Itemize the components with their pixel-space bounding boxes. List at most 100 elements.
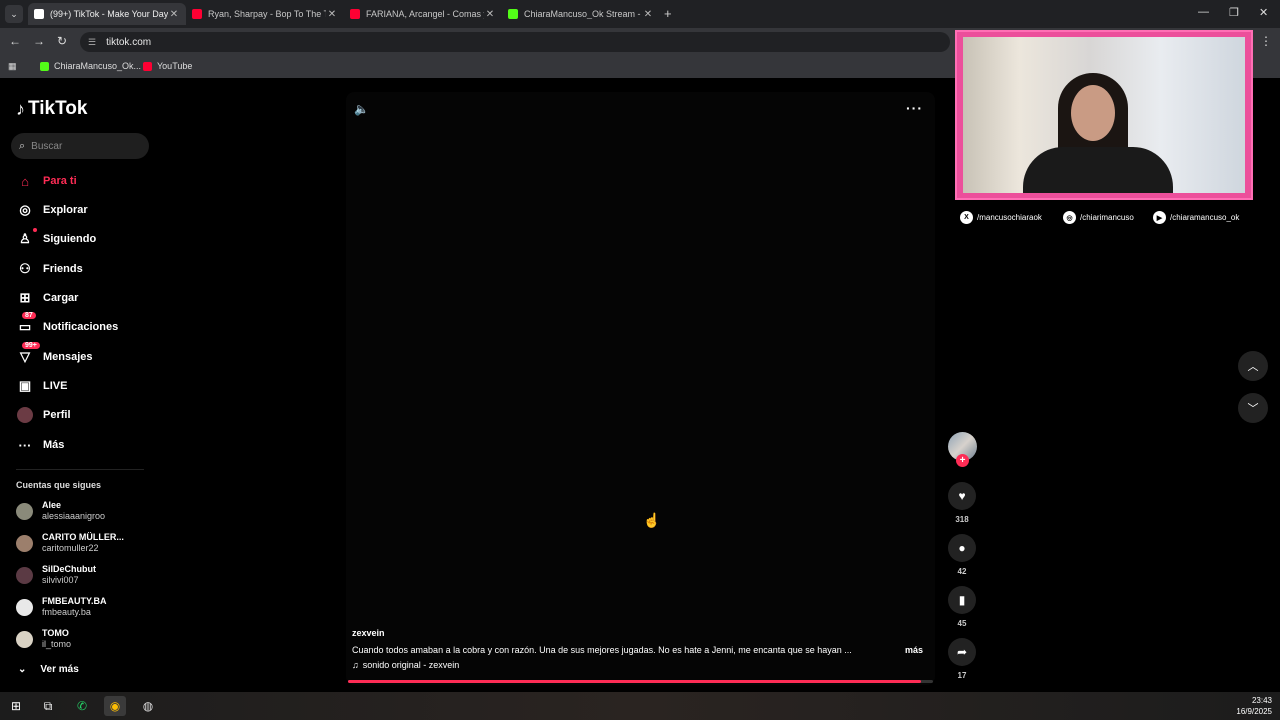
obs-icon[interactable]: ◍ [137, 696, 159, 716]
restore-icon[interactable]: ❐ [1229, 6, 1239, 19]
nav-profile[interactable]: Perfil [16, 404, 146, 426]
youtube-favicon-icon [350, 9, 360, 19]
apps-icon[interactable]: ▦ [8, 61, 17, 72]
more-icon: ··· [18, 437, 32, 453]
tab-title: (99+) TikTok - Make Your Day [50, 9, 168, 19]
windows-start-icon[interactable]: ⊞ [5, 696, 27, 716]
nav-following[interactable]: ♙ Siguiendo [16, 228, 146, 250]
hand-cursor-icon: ☝ [643, 512, 661, 528]
tab-search-button[interactable]: ⌄ [5, 5, 23, 23]
forward-icon[interactable]: → [33, 34, 45, 48]
avatar [16, 566, 33, 584]
notifications-badge: 87 [22, 312, 36, 319]
back-icon[interactable]: ← [9, 34, 21, 48]
social-x: X /mancusochiaraok [960, 211, 1042, 224]
nav-for-you[interactable]: ⌂ Para ti [16, 170, 146, 192]
next-video-button[interactable]: ﹀ [1238, 393, 1268, 423]
see-more-button[interactable]: ⌄ Ver más [18, 664, 79, 675]
youtube-favicon-icon [143, 61, 152, 71]
search-input[interactable]: ⌕ Buscar [11, 133, 149, 159]
nav-more[interactable]: ··· Más [16, 434, 146, 456]
tiktok-logo[interactable]: ♪ TikTok [16, 98, 87, 120]
video-progress-bar[interactable] [348, 680, 933, 683]
nav-friends[interactable]: ⚇ Friends [16, 258, 146, 280]
tiktok-note-icon: ♪ [16, 98, 25, 119]
task-view-icon[interactable]: ⧉ [37, 696, 59, 716]
new-tab-icon[interactable]: + [664, 6, 672, 21]
live-icon: ▣ [18, 378, 32, 393]
search-placeholder: Buscar [31, 140, 63, 152]
nav-upload[interactable]: ⊞ Cargar [16, 287, 146, 309]
chrome-icon[interactable]: ◉ [104, 696, 126, 716]
chevron-down-icon: ⌄ [18, 664, 27, 675]
video-music[interactable]: ♫ sonido original - zexvein [352, 660, 459, 670]
close-tab-icon[interactable]: ✕ [484, 9, 496, 20]
friends-icon: ⚇ [19, 261, 31, 276]
following-icon: ♙ [16, 228, 37, 248]
more-options-icon[interactable]: ··· [906, 100, 923, 116]
home-icon: ⌂ [21, 173, 29, 189]
like-count: 318 [955, 515, 969, 524]
close-tab-icon[interactable]: ✕ [168, 9, 180, 20]
clock-date: 16/9/2025 [1236, 707, 1272, 716]
site-info-icon[interactable]: ☰ [88, 37, 96, 48]
messages-badge: 99+ [22, 342, 40, 349]
whatsapp-icon[interactable]: ✆ [71, 696, 93, 716]
bookmark-item[interactable]: YouTube [143, 61, 192, 71]
kick-favicon-icon [508, 9, 518, 19]
reload-icon[interactable]: ↻ [57, 34, 67, 48]
like-button[interactable]: ♥ 318 [947, 482, 977, 524]
share-button[interactable]: ➦ 17 [947, 638, 977, 680]
nav-notifications[interactable]: ▭ 87 Notificaciones [16, 312, 146, 338]
address-text: tiktok.com [106, 36, 152, 48]
bookmark-item[interactable]: ChiaraMancuso_Ok... [40, 61, 141, 71]
save-count: 45 [957, 619, 967, 628]
following-heading: Cuentas que sigues [16, 480, 102, 490]
tab-title: FARIANA, Arcangel - Comas y C [366, 9, 484, 19]
share-count: 17 [957, 671, 967, 680]
minimize-icon[interactable]: — [1198, 6, 1209, 18]
browser-menu-icon[interactable]: ⋮ [1260, 34, 1272, 48]
followed-account[interactable]: TOMO il_tomo [16, 626, 146, 652]
followed-account[interactable]: Alee alessiaaanigroo [16, 498, 146, 524]
browser-tab[interactable]: (99+) TikTok - Make Your Day ✕ [28, 3, 186, 25]
video-player[interactable]: 🔈 ··· zexvein Cuando todos amaban a la c… [346, 92, 935, 685]
follow-plus-icon[interactable]: + [956, 454, 969, 467]
upload-icon: ⊞ [19, 290, 31, 305]
save-button[interactable]: ▮ 45 [947, 586, 977, 628]
browser-tab-strip: ⌄ (99+) TikTok - Make Your Day ✕ Ryan, S… [0, 0, 1280, 28]
nav-messages[interactable]: ▽ 99+ Mensajes [16, 342, 146, 368]
inbox-icon: ▭ 87 [16, 312, 36, 336]
browser-tab[interactable]: ChiaraMancuso_Ok Stream - W ✕ [502, 3, 660, 25]
nav-live[interactable]: ▣ LIVE [16, 375, 146, 397]
close-tab-icon[interactable]: ✕ [326, 9, 338, 20]
window-close-icon[interactable]: ✕ [1259, 6, 1268, 19]
youtube-favicon-icon [192, 9, 202, 19]
x-icon: X [960, 211, 973, 224]
webcam-feed [963, 37, 1245, 193]
close-tab-icon[interactable]: ✕ [642, 9, 654, 20]
volume-icon[interactable]: 🔈 [354, 102, 369, 116]
comment-button[interactable]: ● 42 [947, 534, 977, 576]
tab-title: Ryan, Sharpay - Bop To The Top [208, 9, 326, 19]
system-clock[interactable]: 23:43 16/9/2025 [1236, 695, 1272, 717]
social-youtube: ▶ /chiaramancuso_ok [1153, 211, 1239, 224]
video-description: Cuando todos amaban a la cobra y con raz… [352, 645, 852, 655]
address-bar[interactable]: ☰ tiktok.com [80, 32, 950, 52]
previous-video-button[interactable]: ︿ [1238, 351, 1268, 381]
followed-account[interactable]: FMBEAUTY.BA fmbeauty.ba [16, 594, 146, 620]
followed-account[interactable]: CARITO MÜLLER... caritomuller22 [16, 530, 146, 556]
description-more-link[interactable]: más [905, 645, 923, 655]
browser-tab[interactable]: Ryan, Sharpay - Bop To The Top ✕ [186, 3, 344, 25]
new-dot [33, 228, 37, 232]
nav-explore[interactable]: ◎ Explorar [16, 199, 146, 221]
tab-title: ChiaraMancuso_Ok Stream - W [524, 9, 642, 19]
tiktok-favicon-icon [34, 9, 44, 19]
chevron-down-icon: ﹀ [1247, 403, 1259, 415]
video-author[interactable]: zexvein [352, 628, 385, 638]
kick-favicon-icon [40, 61, 49, 71]
browser-tab[interactable]: FARIANA, Arcangel - Comas y C ✕ [344, 3, 502, 25]
followed-account[interactable]: SilDeChubut silvivi007 [16, 562, 146, 588]
streamer-face [1071, 85, 1115, 141]
avatar [16, 598, 33, 616]
